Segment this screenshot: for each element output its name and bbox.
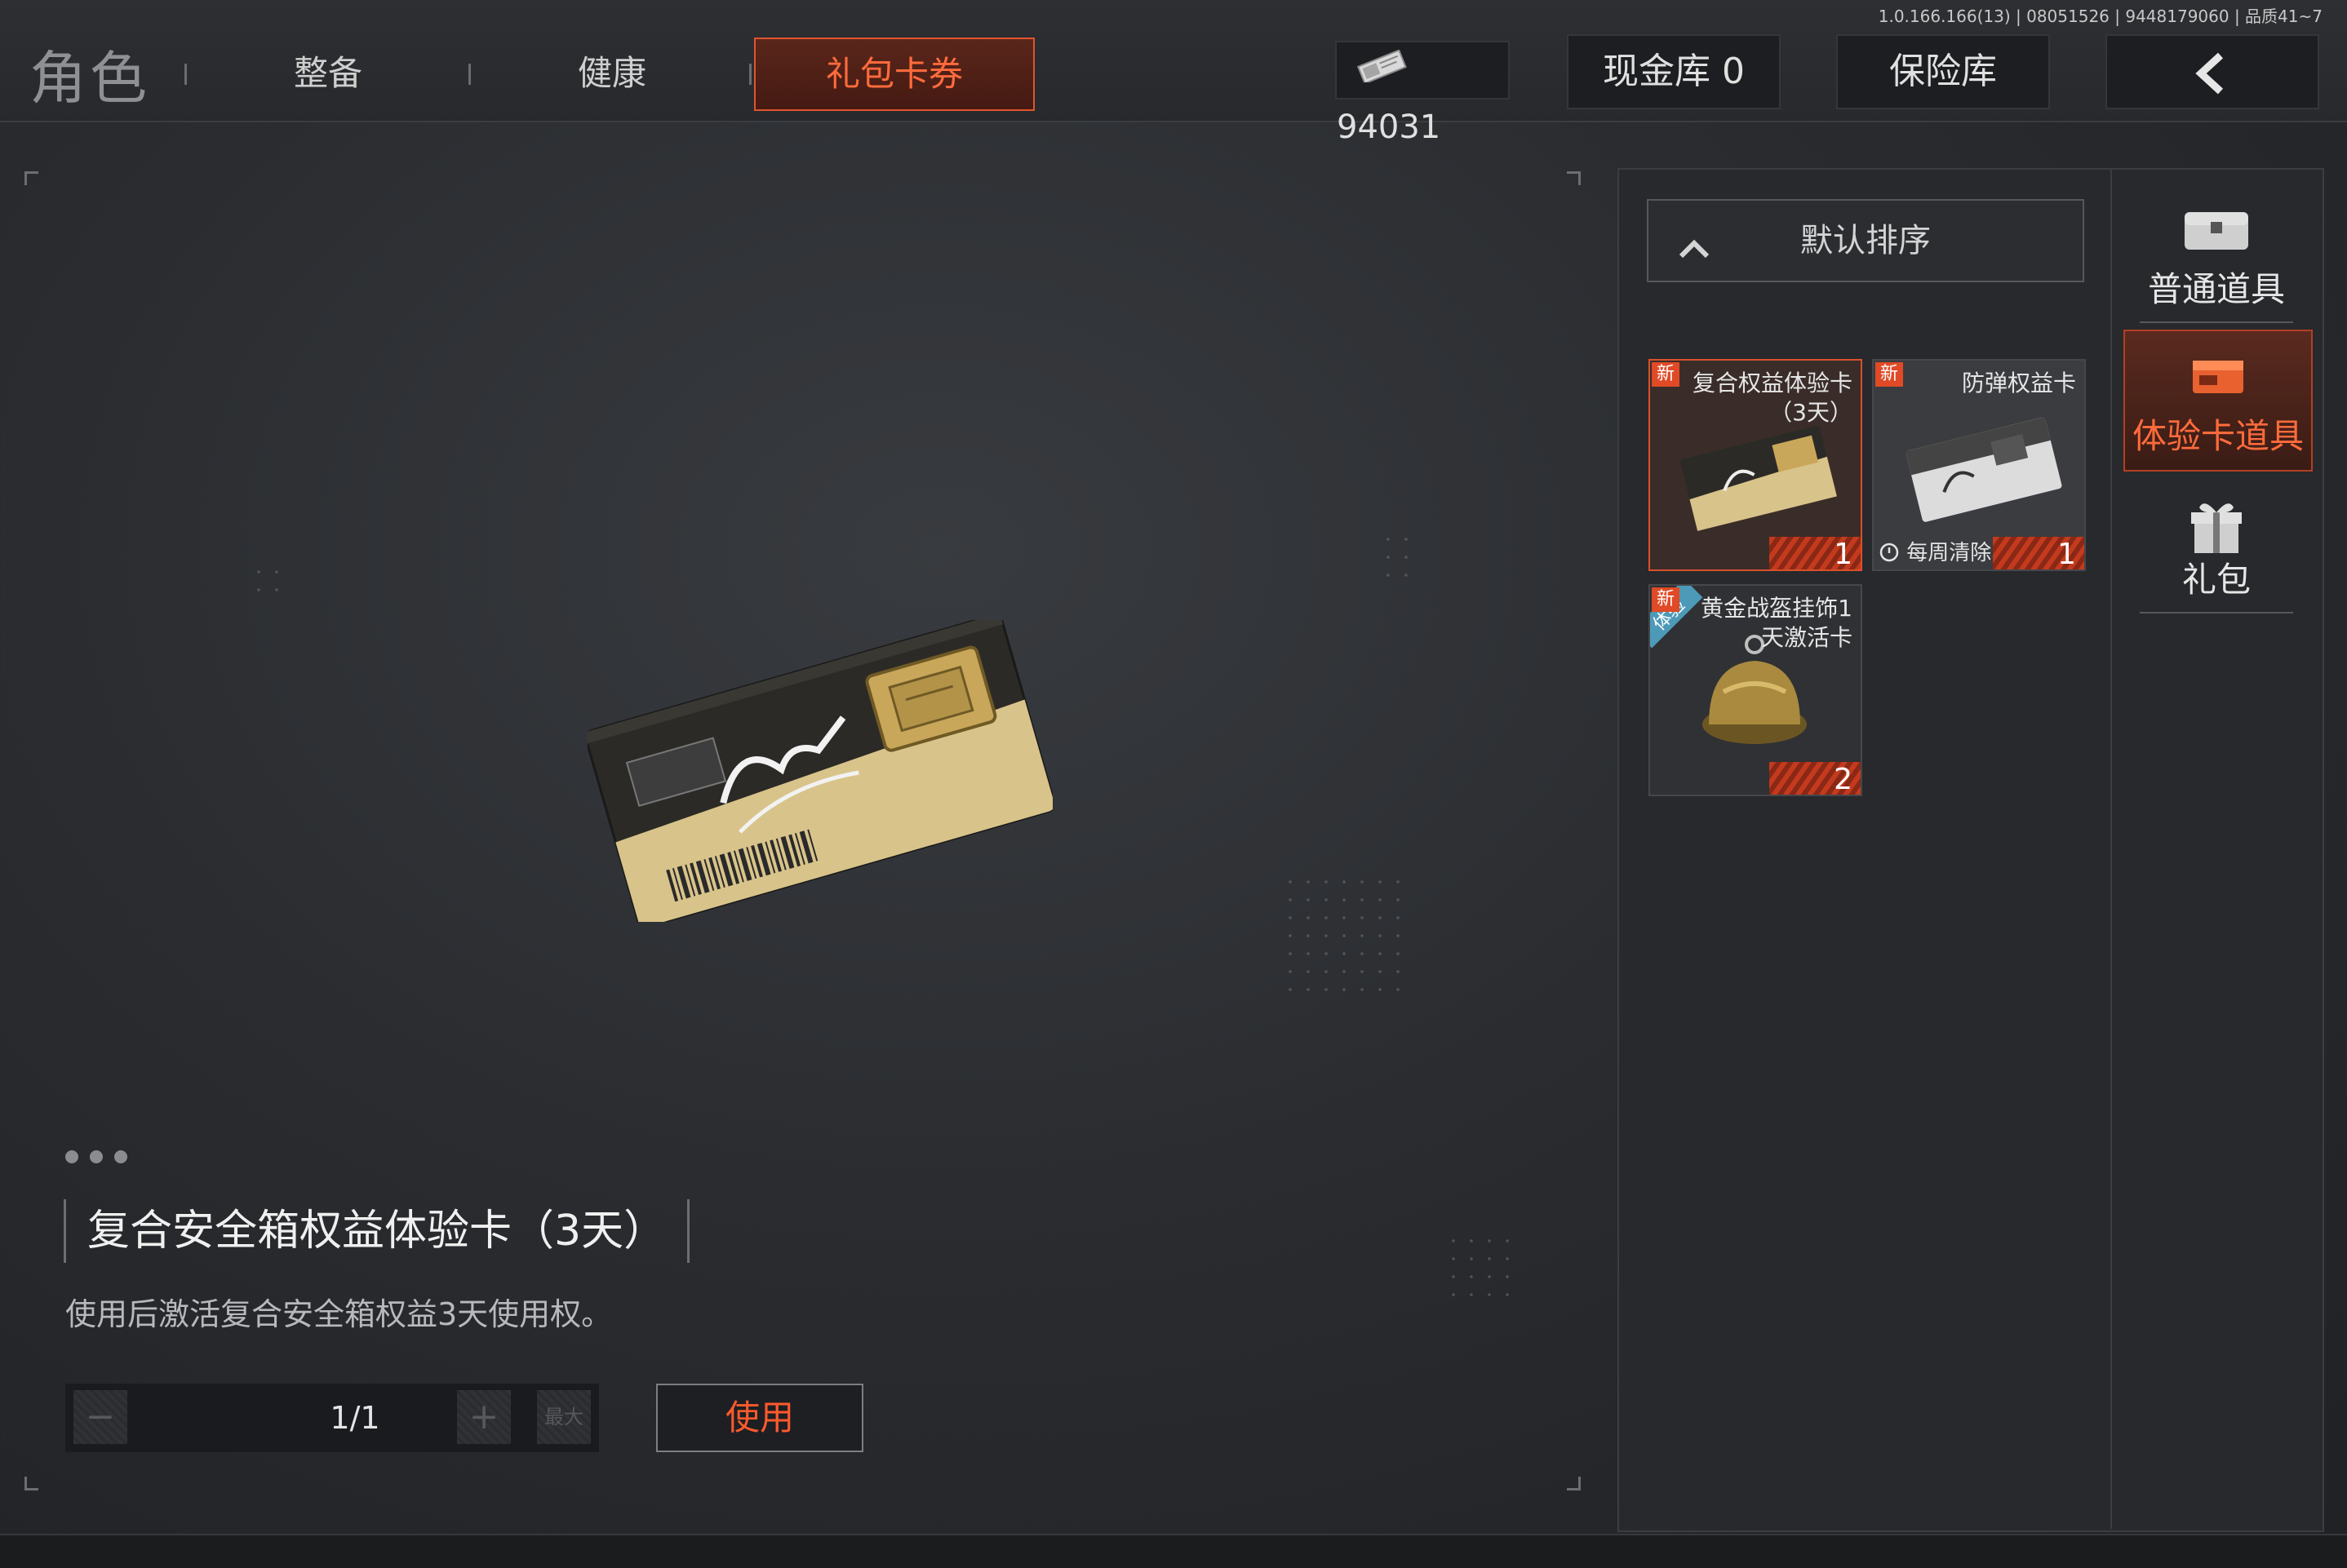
category-column: 普通道具 体验卡道具 礼包 bbox=[2110, 168, 2323, 1529]
tab-divider bbox=[184, 64, 187, 85]
currency-value: 94031 bbox=[1337, 109, 1441, 146]
currency-display: 94031 bbox=[1335, 41, 1510, 146]
decor-dots bbox=[1281, 873, 1412, 1003]
weekly-reset-label: 每周清除 bbox=[1879, 536, 1991, 566]
inventory-item[interactable]: 新 复合权益体验卡 （3天） 1 bbox=[1648, 359, 1862, 571]
bottom-bar bbox=[0, 1534, 2347, 1568]
category-label: 体验卡道具 bbox=[2132, 416, 2304, 456]
quantity-value: 1/1 bbox=[330, 1400, 380, 1436]
item-name: 复合安全箱权益体验卡（3天） bbox=[64, 1199, 690, 1263]
item-name: 复合权益体验卡 （3天） bbox=[1692, 370, 1852, 426]
version-text: 1.0.166.166(13) | 08051526 | 9448179060 … bbox=[1878, 7, 2323, 26]
sort-label: 默认排序 bbox=[1800, 222, 1931, 259]
category-common-items[interactable]: 普通道具 bbox=[2123, 184, 2309, 323]
sort-dropdown[interactable]: 默认排序 bbox=[1647, 199, 2084, 282]
cash-vault-button[interactable]: 现金库 0 bbox=[1567, 34, 1781, 109]
tab-health[interactable]: 健康 bbox=[473, 41, 751, 106]
safe-vault-button[interactable]: 保险库 bbox=[1836, 34, 2050, 109]
inventory-item[interactable]: 体验 新 黄金战盔挂饰1 天激活卡 2 bbox=[1648, 584, 1862, 796]
decor-dots bbox=[1444, 1232, 1510, 1297]
clock-icon bbox=[1879, 541, 1906, 565]
page-indicator bbox=[65, 1150, 139, 1167]
item-name: 黄金战盔挂饰1 天激活卡 bbox=[1701, 595, 1852, 651]
frame-corner bbox=[24, 171, 38, 185]
ticket-icon bbox=[1355, 44, 1409, 100]
category-gift-packs[interactable]: 礼包 bbox=[2123, 475, 2309, 613]
chevron-left-icon bbox=[2188, 51, 2237, 95]
decrease-button[interactable]: − bbox=[73, 1390, 127, 1444]
item-count: 1 bbox=[1769, 537, 1861, 569]
chest-icon bbox=[2123, 206, 2309, 258]
quantity-stepper: − 1/1 + 最大 bbox=[65, 1384, 599, 1452]
back-button[interactable] bbox=[2105, 34, 2319, 109]
item-description: 使用后激活复合安全箱权益3天使用权。 bbox=[65, 1296, 613, 1332]
item-count: 1 bbox=[1993, 537, 2084, 569]
inventory-item[interactable]: 新 防弹权益卡 每周清除 1 bbox=[1872, 359, 2086, 571]
new-badge: 新 bbox=[1652, 587, 1679, 612]
decor-dots bbox=[1379, 530, 1412, 579]
new-badge: 新 bbox=[1875, 362, 1903, 387]
increase-button[interactable]: + bbox=[457, 1390, 511, 1444]
gift-icon bbox=[2123, 496, 2309, 561]
tab-divider bbox=[468, 64, 471, 85]
item-preview-card bbox=[583, 613, 1056, 928]
use-button[interactable]: 使用 bbox=[656, 1384, 863, 1452]
item-count: 2 bbox=[1769, 762, 1861, 795]
top-bar: 1.0.166.166(13) | 08051526 | 9448179060 … bbox=[0, 0, 2347, 146]
category-label: 礼包 bbox=[2181, 560, 2251, 600]
tab-equipment[interactable]: 整备 bbox=[189, 41, 467, 106]
tab-divider bbox=[749, 64, 752, 85]
item-name: 防弹权益卡 bbox=[1961, 370, 2076, 396]
page-title: 角色 bbox=[29, 45, 150, 112]
frame-corner bbox=[1567, 1477, 1581, 1490]
max-button[interactable]: 最大 bbox=[537, 1390, 591, 1444]
card-box-icon bbox=[2125, 352, 2311, 401]
category-trial-card-items[interactable]: 体验卡道具 bbox=[2123, 330, 2313, 472]
frame-corner bbox=[1567, 171, 1581, 185]
category-label: 普通道具 bbox=[2147, 269, 2285, 309]
tab-gift-vouchers[interactable]: 礼包卡券 bbox=[754, 38, 1035, 111]
new-badge: 新 bbox=[1652, 362, 1679, 387]
frame-corner bbox=[24, 1477, 38, 1490]
decor-dots bbox=[250, 563, 282, 596]
